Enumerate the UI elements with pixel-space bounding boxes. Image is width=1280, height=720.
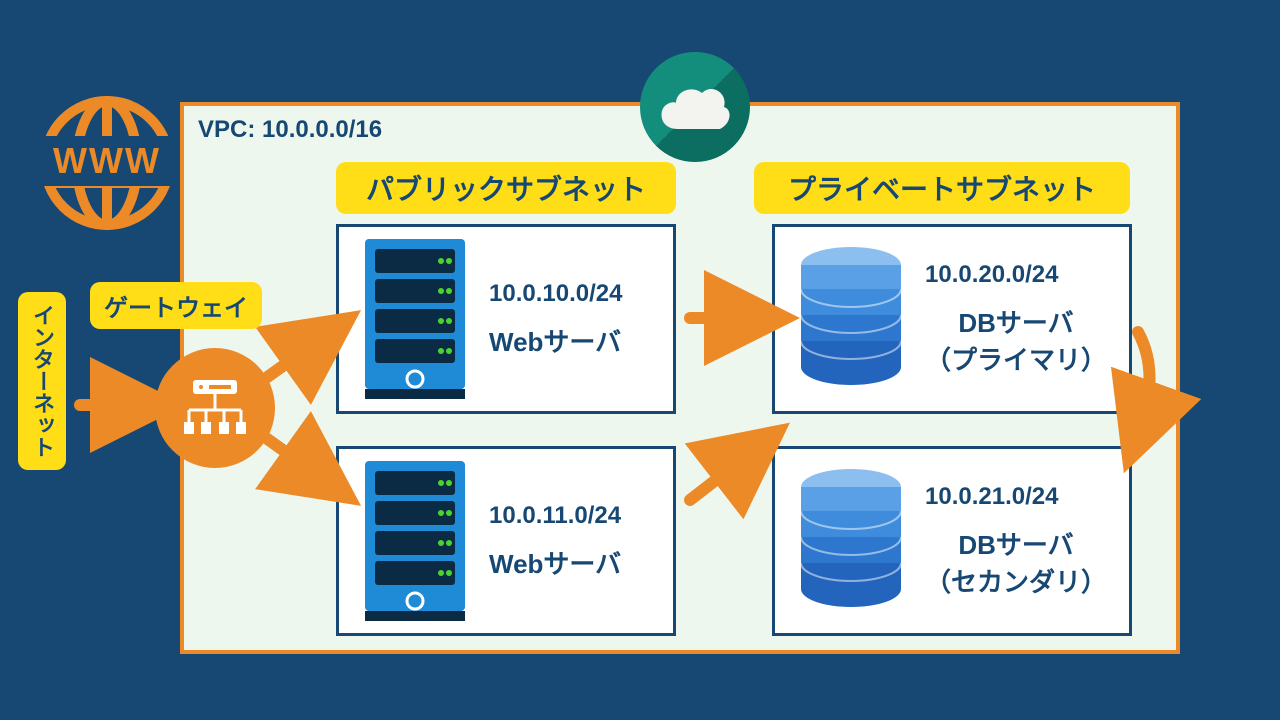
server-icon — [355, 461, 475, 621]
www-globe-icon: WWW — [32, 88, 182, 238]
web2-name: Webサーバ — [489, 544, 621, 581]
sync-label: セカンダリに同期 — [1200, 268, 1244, 540]
db2-cidr: 10.0.21.0/24 — [925, 483, 1107, 511]
web1-cidr: 10.0.10.0/24 — [489, 280, 622, 308]
database-icon — [791, 239, 911, 399]
private-subnet-tag: プライベートサブネット — [754, 162, 1130, 214]
web-server-2: 10.0.11.0/24 Webサーバ — [336, 446, 676, 636]
web-server-1: 10.0.10.0/24 Webサーバ — [336, 224, 676, 414]
db1-name: DBサーバ — [925, 303, 1107, 340]
db2-role: （セカンダリ） — [925, 562, 1107, 599]
vpc-label: VPC: 10.0.0.0/16 — [198, 116, 382, 144]
cloud-icon — [640, 52, 750, 162]
db1-cidr: 10.0.20.0/24 — [925, 261, 1107, 289]
internet-tag: インターネット — [18, 292, 66, 470]
vpc-container: VPC: 10.0.0.0/16 パブリックサブネット プライベートサブネット … — [180, 102, 1180, 654]
web1-name: Webサーバ — [489, 322, 622, 359]
server-icon — [355, 239, 475, 399]
gateway-tag: ゲートウェイ — [90, 282, 262, 329]
gateway-icon — [155, 348, 275, 468]
db-server-primary: 10.0.20.0/24 DBサーバ （プライマリ） — [772, 224, 1132, 414]
db1-role: （プライマリ） — [925, 340, 1107, 377]
public-subnet-tag: パブリックサブネット — [336, 162, 676, 214]
web2-cidr: 10.0.11.0/24 — [489, 502, 621, 530]
database-icon — [791, 461, 911, 621]
db2-name: DBサーバ — [925, 525, 1107, 562]
db-server-secondary: 10.0.21.0/24 DBサーバ （セカンダリ） — [772, 446, 1132, 636]
